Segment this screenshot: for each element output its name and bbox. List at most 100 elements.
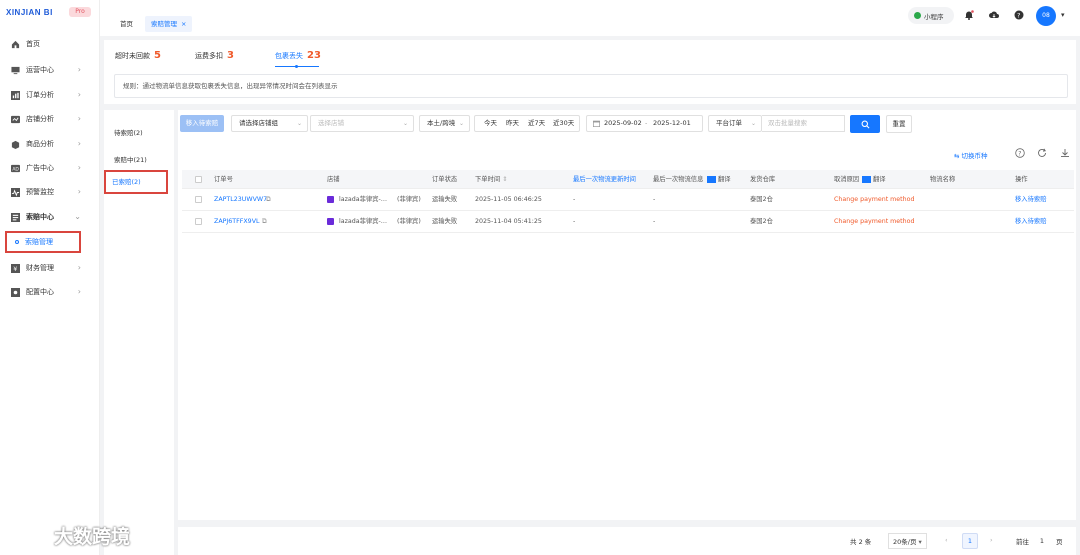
lazada-shop-icon: [327, 217, 334, 225]
page-1-button[interactable]: 1: [962, 533, 978, 549]
row-checkbox[interactable]: [195, 196, 202, 203]
lazada-shop-icon: [327, 195, 334, 203]
stat-freight-overcharge[interactable]: 运费多扣 3: [195, 50, 234, 61]
chevron-down-icon: ⌄: [458, 120, 464, 127]
date-range-picker[interactable]: 2025-09-02 - 2025-12-01: [586, 115, 703, 132]
sidebar-item-claim-center[interactable]: 索赔中心 ⌄: [0, 207, 100, 227]
quick-date-30days[interactable]: 近30天: [553, 116, 574, 131]
chevron-right-icon: ›: [77, 139, 81, 148]
help-icon[interactable]: ?: [1014, 10, 1024, 20]
caret-down-icon[interactable]: ▾: [1061, 11, 1065, 19]
quick-date-yesterday[interactable]: 昨天: [506, 116, 519, 131]
stat-overdue-payment[interactable]: 超时未回款 5: [115, 50, 161, 61]
next-page-button[interactable]: ›: [990, 536, 993, 544]
select-all-checkbox[interactable]: [195, 176, 202, 183]
active-tab-underline: [275, 65, 319, 68]
mini-program-button[interactable]: 小程序: [908, 7, 954, 24]
quick-date-group: 今天 昨天 近7天 近30天: [474, 115, 580, 132]
finance-icon: ¥: [11, 263, 20, 273]
alert-icon: [11, 187, 20, 197]
bell-icon[interactable]: [964, 10, 974, 20]
batch-search-input[interactable]: 双击批量搜索: [762, 115, 845, 132]
sidebar-item-config[interactable]: 配置中心 ›: [0, 282, 100, 302]
pro-badge: Pro: [69, 7, 91, 17]
avatar[interactable]: 08: [1036, 6, 1056, 26]
watermark: 大数跨境: [8, 520, 130, 550]
copy-icon[interactable]: ⧉: [266, 189, 271, 211]
claim-status-panel: 待索赔(2) 索赔中(21) 已索赔(2): [104, 110, 174, 555]
status-claiming[interactable]: 索赔中(21): [114, 154, 147, 164]
help-circle-icon[interactable]: ?: [1015, 148, 1025, 158]
brand-logo[interactable]: XINJIAN BI: [6, 8, 53, 17]
order-number-link[interactable]: ZAPTL23UWVW7: [214, 189, 267, 211]
sidebar-subitem-claim-management[interactable]: 索赔管理: [5, 231, 81, 253]
order-number-link[interactable]: ZAPJ6TFFX9VL: [214, 211, 260, 233]
copy-icon[interactable]: ⧉: [262, 211, 267, 233]
translate-logistics-info[interactable]: 翻译: [707, 170, 731, 189]
calendar-icon: [593, 116, 600, 131]
sidebar-item-alert-monitor[interactable]: 预警监控 ›: [0, 182, 100, 202]
dot-icon: [15, 240, 19, 244]
page-size-select[interactable]: 20条/页 ▾: [888, 533, 927, 549]
refresh-icon[interactable]: [1037, 148, 1047, 158]
shop-cell: lazada菲律宾-…: [327, 211, 387, 233]
stat-package-lost[interactable]: 包裹丢失 23: [275, 50, 321, 61]
date-separator: -: [645, 119, 648, 127]
shop-select[interactable]: 选择店铺 ⌄: [310, 115, 414, 132]
translate-icon: [707, 175, 716, 183]
table-row: ZAPTL23UWVW7 ⧉ lazada菲律宾-… (菲律宾) 运输失败 20…: [182, 189, 1074, 211]
sort-order-time[interactable]: 下单时间 ⇕: [475, 170, 507, 189]
translate-cancel-reason[interactable]: 翻译: [862, 170, 886, 189]
move-to-pending-link[interactable]: 移入待索赔: [1015, 211, 1046, 233]
chevron-right-icon: ›: [77, 263, 81, 272]
move-to-pending-link[interactable]: 移入待索赔: [1015, 189, 1046, 211]
mini-program-icon: [914, 12, 921, 19]
switch-currency-button[interactable]: ⇆ 切换币种: [954, 150, 988, 160]
quick-date-today[interactable]: 今天: [484, 116, 497, 131]
table-row: ZAPJ6TFFX9VL ⧉ lazada菲律宾-… (菲律宾) 运输失败 20…: [182, 211, 1074, 233]
chevron-down-icon: ⌄: [750, 120, 756, 127]
chevron-right-icon: ›: [77, 187, 81, 196]
row-checkbox[interactable]: [195, 218, 202, 225]
tab-claim-management[interactable]: 索赔管理 ×: [145, 16, 193, 32]
pagination: 共 2 条 20条/页 ▾ ‹ 1 › 前往 1 页: [178, 527, 1076, 555]
sidebar-item-ad-center[interactable]: AD 广告中心 ›: [0, 158, 100, 178]
sort-last-logistics-update[interactable]: 最后一次物流更新时间: [573, 170, 636, 189]
goto-page-input[interactable]: 1: [1034, 533, 1050, 549]
sidebar: XINJIAN BI Pro 首页 运营中心 › 订单分析 › 店铺分析 › 商…: [0, 0, 100, 555]
store-icon: [11, 115, 20, 124]
svg-text:AD: AD: [12, 166, 19, 172]
search-button[interactable]: [850, 115, 880, 133]
prev-page-button[interactable]: ‹: [945, 536, 948, 544]
close-icon[interactable]: ×: [181, 20, 186, 28]
status-pending-claim[interactable]: 待索赔(2): [114, 127, 143, 137]
chevron-down-icon: ⌄: [402, 120, 408, 127]
chevron-right-icon: ›: [77, 287, 81, 296]
chevron-right-icon: ›: [77, 90, 81, 99]
main-panel: 移入待索赔 请选择店铺组 ⌄ 选择店铺 ⌄ 本土/跨境 ⌄ 今天 昨天 近7天 近30…: [178, 110, 1076, 520]
shop-cell: lazada菲律宾-…: [327, 189, 387, 211]
chevron-right-icon: ›: [77, 163, 81, 172]
sidebar-item-product-analysis[interactable]: 商品分析 ›: [0, 134, 100, 154]
tab-home[interactable]: 首页: [114, 16, 139, 32]
reset-button[interactable]: 重置: [886, 115, 912, 133]
chart-icon: [11, 90, 20, 100]
sidebar-item-finance[interactable]: ¥ 财务管理 ›: [0, 258, 100, 278]
sidebar-item-order-analysis[interactable]: 订单分析 ›: [0, 85, 100, 105]
table-header: 订单号 店铺 订单状态 下单时间 ⇕ 最后一次物流更新时间 最后一次物流信息 翻…: [182, 170, 1074, 189]
move-to-pending-button[interactable]: 移入待索赔: [180, 115, 224, 132]
sidebar-item-home[interactable]: 首页: [0, 34, 100, 54]
region-select[interactable]: 本土/跨境 ⌄: [419, 115, 470, 132]
quick-date-7days[interactable]: 近7天: [528, 116, 545, 131]
download-icon[interactable]: [1060, 148, 1070, 158]
cloud-download-icon[interactable]: [989, 10, 999, 20]
sidebar-item-store-analysis[interactable]: 店铺分析 ›: [0, 109, 100, 129]
order-type-select[interactable]: 平台订单 ⌄: [708, 115, 762, 132]
shop-group-select[interactable]: 请选择店铺组 ⌄: [231, 115, 308, 132]
watermark-logo-icon: [12, 524, 40, 543]
status-claimed[interactable]: 已索赔(2): [104, 170, 168, 194]
sidebar-item-operations[interactable]: 运营中心 ›: [0, 60, 100, 80]
page-unit-label: 页: [1056, 538, 1063, 546]
date-start: 2025-09-02: [604, 119, 642, 127]
claim-icon: [11, 212, 20, 222]
